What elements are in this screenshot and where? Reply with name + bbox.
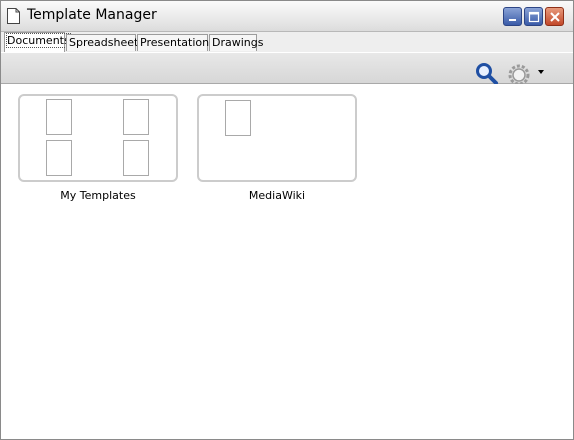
- template-view: My Templates MediaWiki: [1, 84, 573, 439]
- window-title: Template Manager: [27, 7, 157, 23]
- toolbar: [1, 53, 573, 86]
- tab-presentations[interactable]: Presentations: [137, 34, 215, 51]
- tab-presentations-label: Presentations: [140, 36, 215, 49]
- close-button[interactable]: [545, 7, 564, 26]
- dropdown-arrow-icon[interactable]: [538, 70, 544, 74]
- document-icon: [7, 8, 20, 24]
- template-thumbnail: [225, 100, 251, 136]
- search-icon[interactable]: [475, 62, 499, 86]
- template-thumbnail: [46, 99, 72, 135]
- tab-documents-label: Documents: [6, 33, 71, 48]
- tab-drawings[interactable]: Drawings: [209, 34, 263, 51]
- folder-my-templates[interactable]: [18, 94, 178, 182]
- maximize-button[interactable]: [524, 7, 543, 26]
- folder-label: MediaWiki: [248, 189, 306, 202]
- folder-label: My Templates: [60, 189, 136, 202]
- minimize-icon: [509, 19, 516, 21]
- template-thumbnail: [46, 140, 72, 176]
- tab-drawings-label: Drawings: [212, 36, 264, 49]
- minimize-button[interactable]: [503, 7, 522, 26]
- title-bar[interactable]: Template Manager: [1, 1, 573, 32]
- template-thumbnail: [123, 99, 149, 135]
- close-icon: [550, 12, 560, 22]
- tab-spreadsheets[interactable]: Spreadsheets: [66, 34, 144, 51]
- tab-spreadsheets-label: Spreadsheets: [69, 36, 145, 49]
- folder-mediawiki[interactable]: [197, 94, 357, 182]
- template-thumbnail: [123, 140, 149, 176]
- template-manager-window: Template Manager Documents Spreadsheets …: [0, 0, 574, 440]
- tab-documents[interactable]: Documents: [4, 32, 71, 52]
- maximize-icon: [528, 11, 540, 23]
- tab-bar: Documents Spreadsheets Presentations Dra…: [1, 32, 573, 52]
